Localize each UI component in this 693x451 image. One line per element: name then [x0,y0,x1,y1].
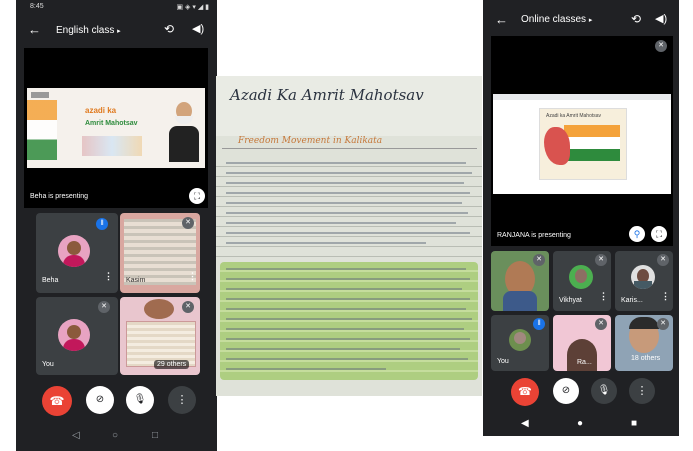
right-phone-screen: ← Online classes ▸ ⟲ ◀) ✕ Azadi ka Amrit… [483,0,679,436]
speaker-icon[interactable]: ◀) [192,22,204,35]
more-icon[interactable]: ⋮ [629,378,655,404]
highlighted-paragraph [220,262,478,380]
participant-tile[interactable]: ✕ Kasim ⋮ [120,213,200,293]
more-icon[interactable]: ⋮ [599,291,608,302]
presenter-label: RANJANA is presenting [497,232,571,239]
avatar [631,265,655,289]
left-phone-screen: 8:45 ▣ ◈ ▾ ◢ ▮ ← English class ▸ ⟲ ◀) az… [16,0,217,451]
more-icon[interactable]: ⋮ [661,291,670,302]
home-nav-icon[interactable]: ○ [112,430,118,441]
slide-title: Azadi ka Amrit Mahotsav [546,113,602,119]
avatar [509,329,531,351]
mic-off-icon[interactable]: 🎙 [126,386,154,414]
participant-name: Ra... [577,359,592,366]
mic-off-icon: ✕ [182,301,194,313]
mic-off-icon: ✕ [657,318,669,330]
end-call-icon[interactable]: ☎ [42,386,72,416]
switch-camera-icon[interactable]: ⟲ [631,12,641,26]
participant-name: Vikhyat [559,297,582,304]
status-icons: ▣ ◈ ▾ ◢ ▮ [176,4,209,11]
handwritten-paragraph [226,160,476,260]
participant-tile[interactable]: ⦀ Beha ⋮ [36,213,118,293]
presentation-area: azadi ka Amrit Mahotsav Beha is presenti… [24,48,208,208]
back-arrow-icon[interactable]: ← [28,22,41,37]
more-icon[interactable]: ⋮ [188,271,197,282]
avatar [569,265,593,289]
end-call-icon[interactable]: ☎ [511,378,539,406]
notebook-heading: Azadi Ka Amrit Mahotsav [230,86,424,104]
mic-off-icon: ✕ [595,254,607,266]
speaking-icon: ⦀ [96,218,108,230]
status-time: 8:45 [30,3,44,10]
india-map [544,127,570,165]
mic-off-icon: ✕ [657,254,669,266]
mic-off-icon: ✕ [595,318,607,330]
mic-off-icon: ✕ [655,40,667,52]
mic-off-icon: ✕ [98,301,110,313]
participant-name: Karis... [621,297,643,304]
avatar [58,319,90,351]
speaking-icon: ⦀ [533,318,545,330]
participant-name: Beha [42,277,59,284]
camera-off-icon[interactable]: ⊘ [553,378,579,404]
dropdown-icon: ▸ [117,28,121,35]
participant-tile[interactable]: ✕ Karis... ⋮ [615,251,673,311]
shared-slide: azadi ka Amrit Mahotsav [27,88,205,168]
participant-tile[interactable]: ⦀ You [491,315,549,371]
shared-slide: Azadi ka Amrit Mahotsav [493,94,671,194]
participant-tile[interactable]: ✕ [491,251,549,311]
others-count[interactable]: 29 others [154,360,190,369]
slide-title-top: azadi ka [85,106,117,115]
mic-off-icon: ✕ [533,254,545,266]
speaker-icon[interactable]: ◀) [655,12,667,25]
participant-tile[interactable]: ✕ Ra... [553,315,611,371]
pin-icon[interactable]: ⚲ [629,226,645,242]
participant-tile[interactable]: ✕ 29 others [120,297,200,375]
participant-tile[interactable]: ✕ 18 others [615,315,673,371]
participant-tile[interactable]: ✕ You [36,297,118,375]
leader-photo [167,96,201,162]
switch-camera-icon[interactable]: ⟲ [164,22,174,36]
more-icon[interactable]: ⋮ [104,271,113,282]
back-arrow-icon[interactable]: ← [495,12,508,27]
others-count[interactable]: 18 others [631,355,660,362]
meeting-title[interactable]: Online classes ▸ [521,14,592,25]
fullscreen-icon[interactable]: ⛶ [651,226,667,242]
mic-icon[interactable]: 🎙 [591,378,617,404]
presentation-area: ✕ Azadi ka Amrit Mahotsav RANJANA is pre… [491,36,673,246]
back-nav-icon[interactable]: ◁ [72,430,80,441]
participant-tile[interactable]: ✕ Vikhyat ⋮ [553,251,611,311]
home-nav-icon[interactable]: ● [577,418,583,429]
notebook-subheading: Freedom Movement in Kalikata [238,136,383,146]
participant-name: Kasim [126,277,146,284]
slide-title-bottom: Amrit Mahotsav [85,120,138,127]
avatar [58,235,90,267]
recents-nav-icon[interactable]: □ [152,430,158,441]
participant-name: You [497,358,509,365]
more-icon[interactable]: ⋮ [168,386,196,414]
dropdown-icon: ▸ [588,17,593,24]
participant-name: You [42,361,54,368]
back-nav-icon[interactable]: ◀ [521,418,529,429]
meeting-title[interactable]: English class ▸ [56,25,121,36]
recents-nav-icon[interactable]: ■ [631,418,637,429]
camera-off-icon[interactable]: ⊘ [86,386,114,414]
mic-off-icon: ✕ [182,217,194,229]
notebook-photo: Azadi Ka Amrit Mahotsav Freedom Movement… [216,76,482,396]
presenter-label: Beha is presenting [30,193,88,200]
fullscreen-icon[interactable]: ⛶ [189,188,205,204]
